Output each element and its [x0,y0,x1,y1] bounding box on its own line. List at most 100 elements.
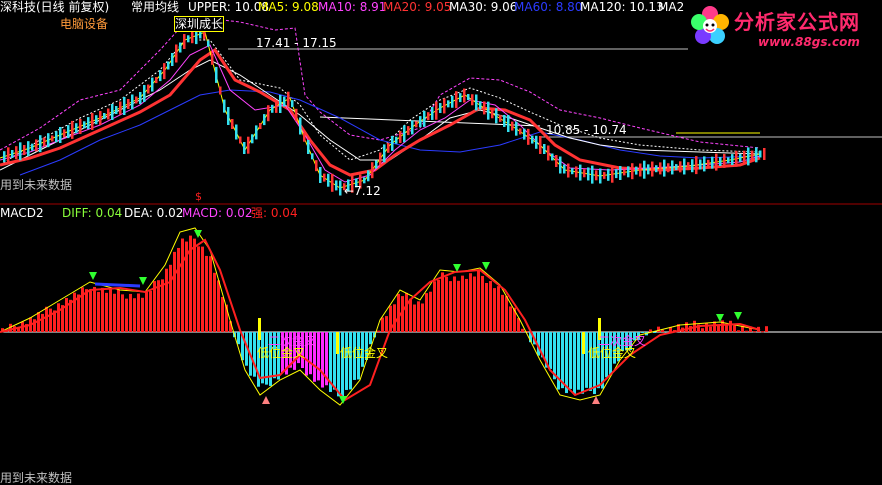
ma5-value: MA5: 9.08 [258,0,319,14]
price-candle [363,177,366,184]
upper-band-line [0,17,761,151]
price-candle [491,108,494,119]
macd-histogram-bar [573,332,576,394]
price-candle [719,157,722,166]
price-candle [159,70,162,82]
macd-histogram-bar [129,293,132,332]
yellow-signal-bar [582,332,585,354]
price-candle [83,121,86,129]
price-candle [635,166,638,175]
price-candle [531,135,534,144]
macd-histogram-bar [17,328,20,332]
price-candle [715,153,718,171]
stock-chart[interactable] [0,0,882,485]
ma10-value: MA10: 8.91 [318,0,387,14]
price-candle [95,115,98,125]
price-candle [91,112,94,130]
range-label-2: 10.85 - 10.74 [546,123,627,137]
macd-histogram-bar [421,303,424,332]
price-candle [523,128,526,140]
macd-histogram-bar [93,286,96,332]
price-candle [679,161,682,173]
price-candle [79,119,82,134]
macd-histogram-bar [137,293,140,332]
price-candle [563,164,566,174]
macd-histogram-bar [193,238,196,332]
price-candle [443,98,446,114]
price-candle [423,110,426,127]
price-candle [275,99,278,113]
low-cross-label-2: 低位金叉 [340,346,389,360]
low-cross-label-1: 低位金叉 [257,346,306,360]
macd-histogram-bar [85,289,88,332]
macd-histogram-bar [57,303,60,332]
price-candle [215,66,218,83]
price-candle [671,160,674,175]
macd-histogram-bar [657,326,660,332]
price-candle [567,163,570,178]
macd-histogram-bar [49,308,52,332]
price-candle [207,40,210,47]
macd-histogram-bar [477,270,480,332]
macd-histogram-bar [317,332,320,381]
macd-histogram-bar [453,276,456,332]
price-candle [479,101,482,110]
macd-histogram-bar [369,332,372,345]
macd-histogram-bar [425,293,428,332]
macd-histogram-bar [709,326,712,332]
price-candle [223,99,226,113]
price-candle [687,162,690,171]
price-candle [295,108,298,121]
macd-histogram-bar [461,275,464,332]
macd-histogram-bar [433,281,436,332]
price-candle [499,114,502,122]
price-candle [639,163,642,177]
price-candle [695,156,698,175]
price-candle [267,105,270,122]
macd-histogram-bar [417,301,420,332]
price-candle [751,150,754,161]
stock-title: 深科技(日线 前复权) [0,0,110,14]
low-cross-label-3: 低位金叉 [588,346,637,360]
ma30-value: MA30: 9.06 [449,0,518,14]
price-candle [263,114,266,126]
macd-histogram-bar [717,325,720,332]
ma20-value: MA20: 9.05 [383,0,452,14]
site-logo[interactable]: 分析家公式网 www.88gs.com [688,0,882,58]
macd-histogram-bar [409,298,412,332]
price-candle [507,115,510,133]
macd-histogram-bar [449,281,452,332]
price-candle [31,143,34,151]
macd-histogram-bar [701,328,704,332]
price-candle [411,120,414,135]
macd-histogram-bar [725,325,728,332]
price-candle [527,128,530,145]
price-candle [539,136,542,154]
price-candle [315,160,318,172]
price-candle [655,165,658,173]
ma60-value: MA60: 8.80 [514,0,583,14]
price-candle [575,166,578,178]
green-down-arrow [139,277,147,285]
price-candle [331,173,334,192]
dollar-marker: $ [195,190,202,203]
price-candle [583,169,586,178]
macd-histogram-bar [393,304,396,332]
price-candle [723,153,726,168]
price-candle [711,156,714,169]
price-candle [111,104,114,120]
macd-histogram-bar [113,293,116,332]
price-candle [543,144,546,154]
green-down-arrow [482,262,490,270]
price-candle [255,125,258,140]
macd-histogram-bar [497,286,500,332]
macd-histogram-bar [253,332,256,377]
price-candle [663,159,666,177]
price-candle [455,91,458,109]
macd-histogram-bar [345,332,348,390]
price-candle [175,44,178,63]
price-candle [555,155,558,167]
macd-histogram-bar [45,306,48,332]
price-candle [483,101,486,115]
price-candle [107,108,110,120]
